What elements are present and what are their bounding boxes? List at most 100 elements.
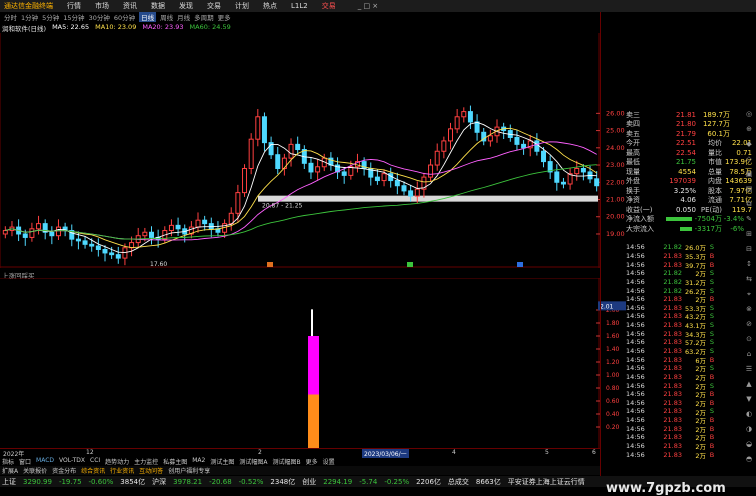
quote-value: 0.050 (675, 205, 696, 214)
indicator-tab-5[interactable]: 趋势动力 (105, 457, 129, 466)
menu-item-trade[interactable]: 交易 (207, 1, 221, 11)
sub-indicator-chart[interactable]: 2.001.801.601.401.201.000.800.600.400.20… (0, 278, 626, 448)
bottom-tab-3[interactable]: 综合资讯 (81, 466, 105, 475)
indicator-tab-0[interactable]: 指标 (2, 457, 14, 466)
tool-icon[interactable]: ◐ (742, 410, 756, 425)
timeframe-7[interactable]: 周线 (160, 12, 173, 22)
tool-icon[interactable]: ⌂ (742, 350, 756, 365)
candle-body (228, 212, 234, 225)
window-controls[interactable]: _ □ × (358, 2, 378, 10)
sz-index-value: 3978.21 (173, 477, 203, 486)
tool-icon[interactable]: ⊞ (742, 230, 756, 245)
bottom-tab-1[interactable]: 关联报价 (23, 466, 47, 475)
tick-price: 21.83 (663, 424, 682, 433)
tick-price: 21.83 (663, 251, 682, 260)
tool-icon[interactable]: ◓ (742, 455, 756, 470)
cy-index-label[interactable]: 创业 (302, 477, 316, 487)
menu-item-market[interactable]: 市场 (95, 1, 109, 11)
candle-body (2, 230, 8, 235)
indicator-tab-11[interactable]: 测试幅图B (272, 457, 300, 466)
indicator-tab-2[interactable]: MACD (36, 457, 54, 466)
timeframe-1[interactable]: 1分钟 (21, 12, 38, 22)
sz-index-amount: 2348亿 (270, 477, 296, 486)
indicator-tab-12[interactable]: 更多 (306, 457, 318, 466)
tool-icon[interactable]: ⊘ (742, 320, 756, 335)
menu-item-l1l2[interactable]: L1L2 (291, 2, 308, 10)
candle-body (594, 178, 600, 187)
bottom-tab-0[interactable]: 扩展A (2, 466, 18, 475)
broker-name[interactable]: 平安证券上海上证云行情 (508, 477, 585, 487)
sh-index-label[interactable]: 上证 (2, 477, 16, 487)
indicator-tab-7[interactable]: 私募主图 (163, 457, 187, 466)
tool-icon[interactable]: ◆ (742, 140, 756, 155)
indicator-tab-8[interactable]: MA2 (192, 457, 205, 466)
indicator-tab-3[interactable]: VOL-TDX (59, 457, 85, 466)
tick-time: 14:56 (626, 277, 645, 286)
tick-time: 14:56 (626, 390, 645, 399)
menu-item-discover[interactable]: 发现 (179, 1, 193, 11)
tool-icon[interactable]: ▲ (742, 380, 756, 395)
bottom-tab-6[interactable]: 创用户福利专享 (168, 466, 210, 475)
flow-value: -7504万 (694, 215, 722, 224)
indicator-tab-10[interactable]: 测试幅图A (239, 457, 267, 466)
timeframe-10[interactable]: 更多 (218, 12, 231, 22)
menu-item-news[interactable]: 资讯 (123, 1, 137, 11)
trade-warning[interactable]: 交易 (322, 1, 336, 11)
indicator-tabs: 指标 窗口 MACD VOL-TDX CCI 趋势动力 主力监控 私募主图 MA2 测试主图 测试幅… (0, 457, 600, 466)
quote-key-2: 总量 (708, 167, 722, 176)
tick-time: 14:56 (626, 450, 645, 459)
tool-icon[interactable]: ◇ (742, 155, 756, 170)
tool-icon[interactable]: ⊕ (742, 125, 756, 140)
tick-direction: B (709, 416, 715, 425)
tool-icon[interactable]: ◎ (742, 110, 756, 125)
timeframe-0[interactable]: 分时 (4, 12, 17, 22)
tool-icon[interactable]: ◑ (742, 425, 756, 440)
sz-index-label[interactable]: 沪深 (152, 477, 166, 487)
indicator-tab-9[interactable]: 测试主图 (210, 457, 234, 466)
bottom-tab-5[interactable]: 互动问答 (139, 466, 163, 475)
menu-item-data[interactable]: 数据 (151, 1, 165, 11)
timeframe-2[interactable]: 5分钟 (42, 12, 59, 22)
tick-direction: B (709, 390, 715, 399)
tool-icon[interactable]: ▣ (742, 170, 756, 185)
quote-value: 21.81 (675, 110, 696, 119)
tick-time: 14:56 (626, 295, 645, 304)
tool-icon[interactable]: ↕ (742, 260, 756, 275)
timeframe-4[interactable]: 30分钟 (89, 12, 110, 22)
tool-icon[interactable]: ▤ (742, 185, 756, 200)
timeframe-3[interactable]: 15分钟 (63, 12, 84, 22)
timeframe-6[interactable]: 日线 (139, 12, 157, 22)
timeframe-9[interactable]: 多周期 (194, 12, 214, 22)
menu-item-hot[interactable]: 热点 (263, 1, 277, 11)
candlestick-chart[interactable]: 26.00 25.00 24.00 23.00 22.00 21.00 20.00 19.00… (0, 33, 626, 268)
timeframe-8[interactable]: 月线 (177, 12, 190, 22)
bottom-tab-2[interactable]: 资金分布 (52, 466, 76, 475)
sub-axis-label: 1.40 (606, 346, 620, 353)
tool-icon[interactable]: ☰ (742, 365, 756, 380)
sub-axis-top-label: 2.01 (600, 303, 614, 310)
timeframe-5[interactable]: 60分钟 (114, 12, 135, 22)
candle-body (474, 121, 480, 133)
menu-item-plan[interactable]: 计划 (235, 1, 249, 11)
tool-icon[interactable]: ⊙ (742, 335, 756, 350)
tool-icon[interactable]: ⇆ (742, 275, 756, 290)
event-marker-icon[interactable] (517, 262, 523, 267)
tool-icon[interactable]: ⌖ (742, 290, 756, 305)
tool-icon[interactable]: ⧉ (742, 200, 756, 215)
bottom-tab-4[interactable]: 行业资讯 (110, 466, 134, 475)
indicator-tab-6[interactable]: 主力监控 (134, 457, 158, 466)
ma-legend: 润和软件(日线) MA5: 22.65 MA10: 23.09 MA20: 23… (2, 23, 231, 33)
indicator-tab-4[interactable]: CCI (90, 457, 100, 466)
quote-key: 现量 (626, 167, 640, 176)
indicator-tab-13[interactable]: 设置 (323, 457, 335, 466)
menu-item-quotes[interactable]: 行情 (67, 1, 81, 11)
event-marker-icon[interactable] (267, 262, 273, 267)
tool-icon[interactable]: ✎ (742, 215, 756, 230)
event-marker-icon[interactable] (407, 262, 413, 267)
tool-icon[interactable]: ◒ (742, 440, 756, 455)
quote-key: 收益(一) (626, 205, 653, 214)
tool-icon[interactable]: ▼ (742, 395, 756, 410)
tool-icon[interactable]: ⊟ (742, 245, 756, 260)
tool-icon[interactable]: ⊗ (742, 305, 756, 320)
indicator-tab-1[interactable]: 窗口 (19, 457, 31, 466)
